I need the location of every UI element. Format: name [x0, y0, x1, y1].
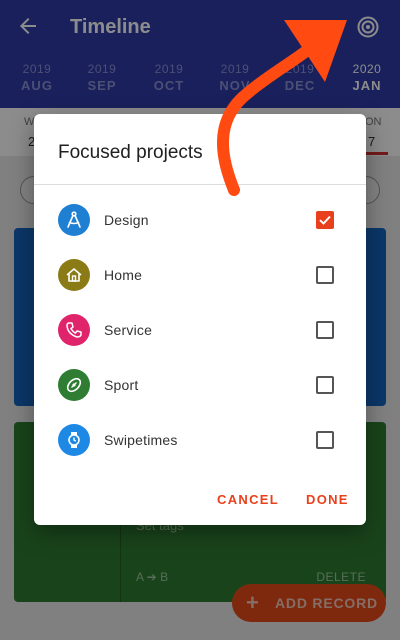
- project-checkbox[interactable]: [316, 431, 334, 449]
- project-checkbox-checked[interactable]: [316, 211, 334, 229]
- project-checkbox[interactable]: [316, 376, 334, 394]
- project-name: Swipetimes: [104, 432, 178, 448]
- project-name: Sport: [104, 377, 139, 393]
- project-checkbox[interactable]: [316, 321, 334, 339]
- project-name: Design: [104, 212, 149, 228]
- project-row-design[interactable]: Design: [34, 196, 366, 244]
- dialog-divider: [34, 184, 366, 185]
- project-name: Service: [104, 322, 153, 338]
- project-row-sport[interactable]: Sport: [34, 361, 366, 409]
- phone-icon: [58, 314, 90, 346]
- project-name: Home: [104, 267, 143, 283]
- watch-icon: [58, 424, 90, 456]
- focused-projects-dialog: Focused projects Design Home Service Spo…: [34, 114, 366, 525]
- dialog-title: Focused projects: [58, 142, 203, 163]
- project-row-swipetimes[interactable]: Swipetimes: [34, 416, 366, 464]
- compass-icon: [58, 204, 90, 236]
- project-row-service[interactable]: Service: [34, 306, 366, 354]
- project-checkbox[interactable]: [316, 266, 334, 284]
- home-icon: [58, 259, 90, 291]
- football-icon: [58, 369, 90, 401]
- cancel-button[interactable]: CANCEL: [217, 492, 279, 507]
- done-button[interactable]: DONE: [306, 492, 349, 507]
- project-row-home[interactable]: Home: [34, 251, 366, 299]
